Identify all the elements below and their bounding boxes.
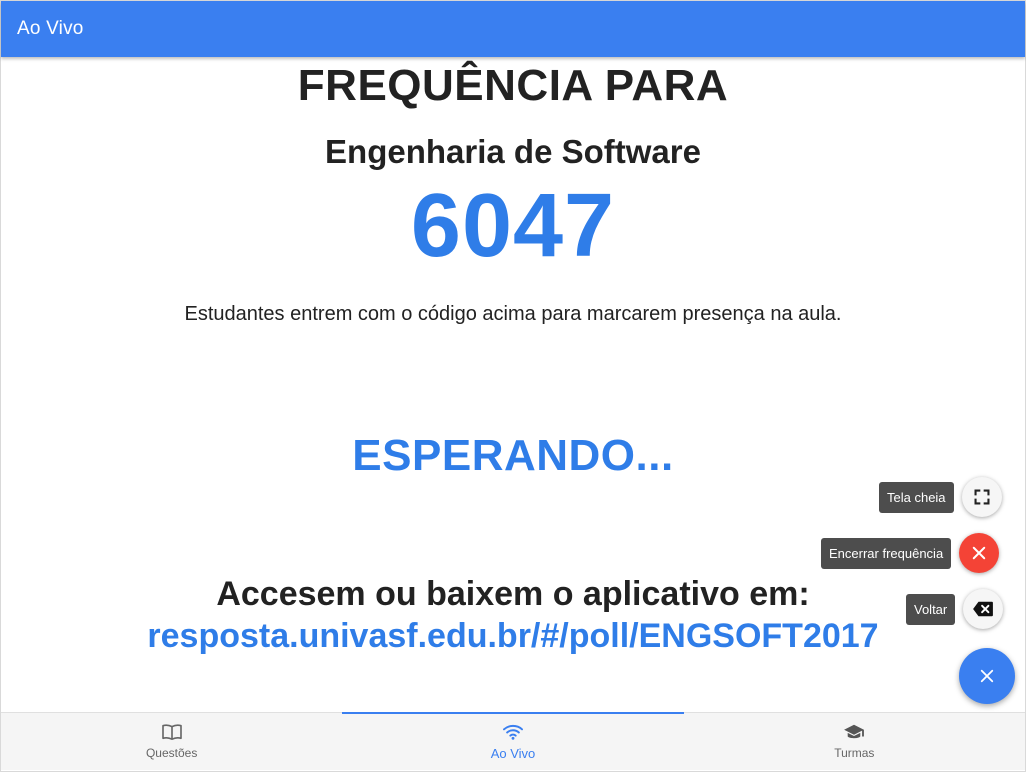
attendance-heading: FREQUÊNCIA PARA <box>297 61 729 110</box>
fullscreen-button[interactable] <box>961 477 1002 517</box>
back-button[interactable] <box>963 589 1004 629</box>
nav-label-ao-vivo: Ao Vivo <box>490 746 536 761</box>
close-icon <box>980 669 994 683</box>
school-icon <box>844 724 865 739</box>
status-text: ESPERANDO... <box>352 431 674 480</box>
close-icon <box>972 546 986 560</box>
attendance-panel: FREQUÊNCIA PARA Engenharia de Software 6… <box>0 57 1026 711</box>
fab-action-fullscreen[interactable]: Tela cheia <box>879 477 1002 517</box>
bottom-navigation: Questões Ao Vivo Turmas <box>1 712 1025 770</box>
fab-action-end-attendance[interactable]: Encerrar frequência <box>821 533 1000 573</box>
nav-label-turmas: Turmas <box>834 746 875 760</box>
app-bar: Ao Vivo <box>1 1 1025 57</box>
nav-item-ao-vivo[interactable]: Ao Vivo <box>342 712 684 770</box>
fullscreen-icon <box>974 489 990 505</box>
app-url-link[interactable]: resposta.univasf.edu.br/#/poll/ENGSOFT20… <box>0 617 1026 656</box>
nav-item-questoes[interactable]: Questões <box>1 713 342 770</box>
nav-label-questoes: Questões <box>145 746 198 760</box>
course-name: Engenharia de Software <box>325 133 701 170</box>
wifi-icon <box>502 724 523 740</box>
nav-item-turmas[interactable]: Turmas <box>684 713 1025 770</box>
end-attendance-button[interactable] <box>959 533 1000 573</box>
back-tooltip: Voltar <box>906 593 956 625</box>
backspace-icon <box>973 601 994 617</box>
instruction-text: Estudantes entrem com o código acima par… <box>184 303 842 325</box>
app-title: Ao Vivo <box>17 18 84 39</box>
access-text: Accesem ou baixem o aplicativo em: <box>216 575 810 613</box>
end-attendance-tooltip: Encerrar frequência <box>821 537 952 569</box>
fullscreen-tooltip: Tela cheia <box>879 481 954 513</box>
attendance-code: 6047 <box>410 176 616 276</box>
speed-dial-toggle-button[interactable] <box>959 648 1015 704</box>
fab-action-back[interactable]: Voltar <box>906 589 1004 629</box>
book-icon <box>161 724 182 741</box>
